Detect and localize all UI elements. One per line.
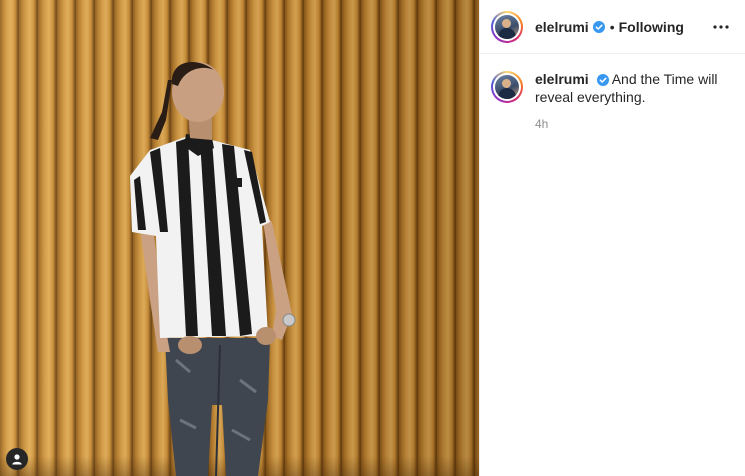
caption-avatar[interactable]	[491, 71, 523, 103]
post-timestamp[interactable]: 4h	[535, 117, 735, 131]
caption-comment: elelrumi And the Time will reveal everyt…	[480, 54, 745, 131]
avatar[interactable]	[491, 10, 523, 43]
post-header: elelrumi • Following	[480, 0, 745, 54]
caption-avatar-border	[493, 73, 521, 101]
more-icon	[713, 24, 729, 29]
avatar-image	[495, 14, 519, 39]
verified-badge-icon	[592, 20, 605, 33]
caption-username-link[interactable]: elelrumi	[535, 71, 589, 87]
caption-body: elelrumi And the Time will reveal everyt…	[535, 70, 735, 131]
separator-dot: •	[609, 18, 615, 35]
caption-verified-badge-icon	[596, 74, 609, 87]
caption-text: elelrumi And the Time will reveal everyt…	[535, 70, 735, 106]
tagged-users-button[interactable]	[6, 448, 28, 470]
caption-avatar-image	[495, 75, 519, 99]
following-button[interactable]: Following	[619, 19, 684, 35]
avatar-border	[493, 12, 521, 41]
person-figure	[130, 61, 296, 476]
post-side-panel: elelrumi • Following elelrumi And the Ti…	[479, 0, 745, 476]
user-icon	[12, 454, 22, 465]
username-link[interactable]: elelrumi	[535, 19, 589, 35]
more-options-button[interactable]	[709, 15, 733, 39]
post-image[interactable]	[0, 0, 479, 476]
